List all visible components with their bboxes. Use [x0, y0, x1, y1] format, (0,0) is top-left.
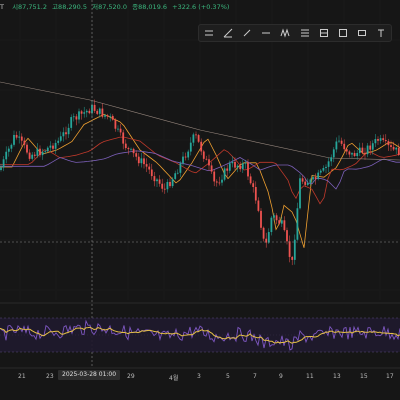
symbol-label: T	[0, 3, 4, 11]
x-axis-tick-label: 21	[18, 373, 26, 380]
horizontal-ray-icon[interactable]	[259, 26, 273, 40]
candle	[260, 208, 262, 231]
long-position-icon[interactable]	[336, 26, 350, 40]
candle	[299, 174, 301, 210]
pen-icon[interactable]	[240, 26, 254, 40]
zigzag-icon[interactable]	[278, 26, 292, 40]
hline-icon[interactable]	[202, 26, 216, 40]
fib-icon[interactable]	[298, 26, 312, 40]
x-axis-tick-label: 29	[127, 373, 135, 380]
trendline-icon[interactable]	[221, 26, 235, 40]
x-axis-tick-label: 17	[386, 373, 394, 380]
price-chart[interactable]	[0, 0, 400, 400]
x-axis-tick-label: 4월	[169, 375, 179, 382]
open-value: 시87,751.2	[12, 3, 47, 11]
ohlc-legend: T 시87,751.2 고88,290.5 저87,520.0 종88,019.…	[0, 1, 232, 11]
candle	[223, 166, 226, 182]
pattern-icon[interactable]	[317, 26, 331, 40]
x-axis-tick-label: 5	[226, 373, 230, 380]
x-axis-tick-label: 23	[46, 373, 54, 380]
rectangle-icon[interactable]	[355, 26, 369, 40]
candle	[197, 133, 200, 144]
crosshair-time-label: 2025-03-28 01:00	[58, 370, 121, 380]
x-axis-tick-label: 7	[253, 373, 257, 380]
x-axis-tick-label: 3	[197, 373, 201, 380]
x-axis-tick-label: 9	[279, 373, 283, 380]
high-value: 고88,290.5	[52, 3, 88, 11]
candle	[296, 202, 299, 241]
low-value: 저87,520.0	[92, 3, 128, 11]
close-value: 종88,019.6	[132, 3, 168, 11]
drawing-toolbar	[198, 24, 392, 42]
change-value: +322.6 (+0.37%)	[172, 3, 230, 11]
x-axis-tick-label: 11	[306, 373, 314, 380]
text-icon[interactable]	[374, 26, 388, 40]
x-axis-tick-label: 15	[360, 373, 368, 380]
x-axis-tick-label: 13	[333, 373, 341, 380]
